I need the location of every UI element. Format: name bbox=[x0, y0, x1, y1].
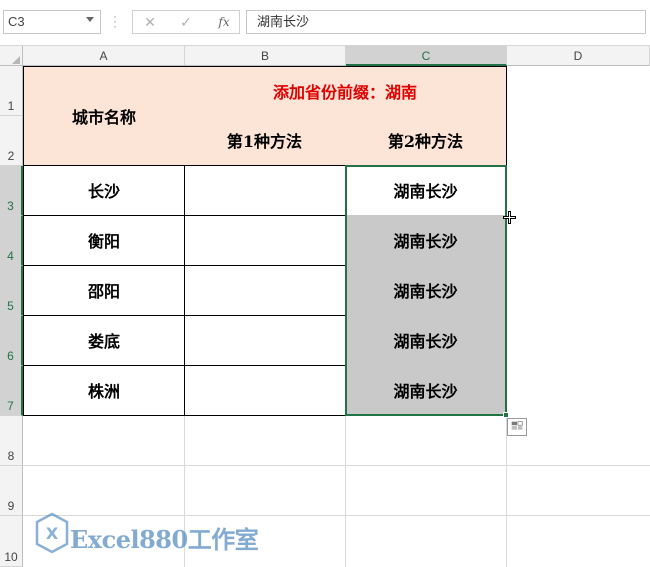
watermark-text: Excel880工作室 bbox=[70, 525, 259, 554]
cell-a1-city-header[interactable]: 城市名称 bbox=[23, 66, 185, 166]
cell-method1[interactable] bbox=[184, 365, 346, 416]
cell-method1[interactable] bbox=[184, 265, 346, 316]
column-header-a[interactable]: A bbox=[23, 46, 185, 66]
cell-method1[interactable] bbox=[184, 315, 346, 366]
row-header-4[interactable]: 4 bbox=[0, 216, 23, 266]
check-icon[interactable]: ✓ bbox=[171, 11, 201, 33]
row-header-6[interactable]: 6 bbox=[0, 316, 23, 366]
select-all-icon bbox=[12, 56, 20, 64]
cell-method1[interactable] bbox=[184, 165, 346, 216]
grid-line bbox=[23, 515, 650, 516]
column-header-c[interactable]: C bbox=[346, 46, 507, 66]
more-vertical-icon: · · · bbox=[113, 9, 117, 33]
column-header-b[interactable]: B bbox=[185, 46, 346, 66]
row-header-10[interactable]: 10 bbox=[0, 516, 23, 567]
cell-city[interactable]: 邵阳 bbox=[23, 265, 185, 316]
grid-line bbox=[23, 465, 650, 466]
column-header-d[interactable]: D bbox=[507, 46, 650, 66]
row-header-7[interactable]: 7 bbox=[0, 366, 23, 416]
row-header-2[interactable]: 2 bbox=[0, 116, 23, 166]
cell-c2-method2[interactable]: 第2种方法 bbox=[345, 115, 507, 166]
cell-b2-method1[interactable]: 第1种方法 bbox=[184, 115, 346, 166]
auto-fill-options-icon[interactable] bbox=[507, 418, 527, 436]
row-header-3[interactable]: 3 bbox=[0, 166, 23, 216]
chevron-down-icon[interactable] bbox=[86, 17, 94, 22]
cancel-icon[interactable]: ✕ bbox=[135, 11, 165, 33]
name-box[interactable]: C3 bbox=[3, 10, 101, 34]
cell-city[interactable]: 娄底 bbox=[23, 315, 185, 366]
cell-method1[interactable] bbox=[184, 215, 346, 266]
cell-b1-merged-header[interactable]: 添加省份前缀：湖南 bbox=[184, 66, 507, 116]
excel880-logo-icon: X bbox=[35, 512, 69, 554]
selection-border bbox=[345, 165, 507, 416]
row-header-9[interactable]: 9 bbox=[0, 466, 23, 516]
formula-buttons: ✕ ✓ fx bbox=[132, 10, 240, 34]
row-header-5[interactable]: 5 bbox=[0, 266, 23, 316]
cell-city[interactable]: 长沙 bbox=[23, 165, 185, 216]
cell-city[interactable]: 衡阳 bbox=[23, 215, 185, 266]
formula-input[interactable]: 湖南长沙 bbox=[246, 10, 646, 34]
row-header-8[interactable]: 8 bbox=[0, 416, 23, 466]
cell-city[interactable]: 株洲 bbox=[23, 365, 185, 416]
logo-letter: X bbox=[46, 524, 59, 543]
row-header-1[interactable]: 1 bbox=[0, 66, 23, 116]
crosshair-cursor-icon bbox=[503, 211, 516, 224]
insert-function-icon[interactable]: fx bbox=[209, 11, 239, 33]
